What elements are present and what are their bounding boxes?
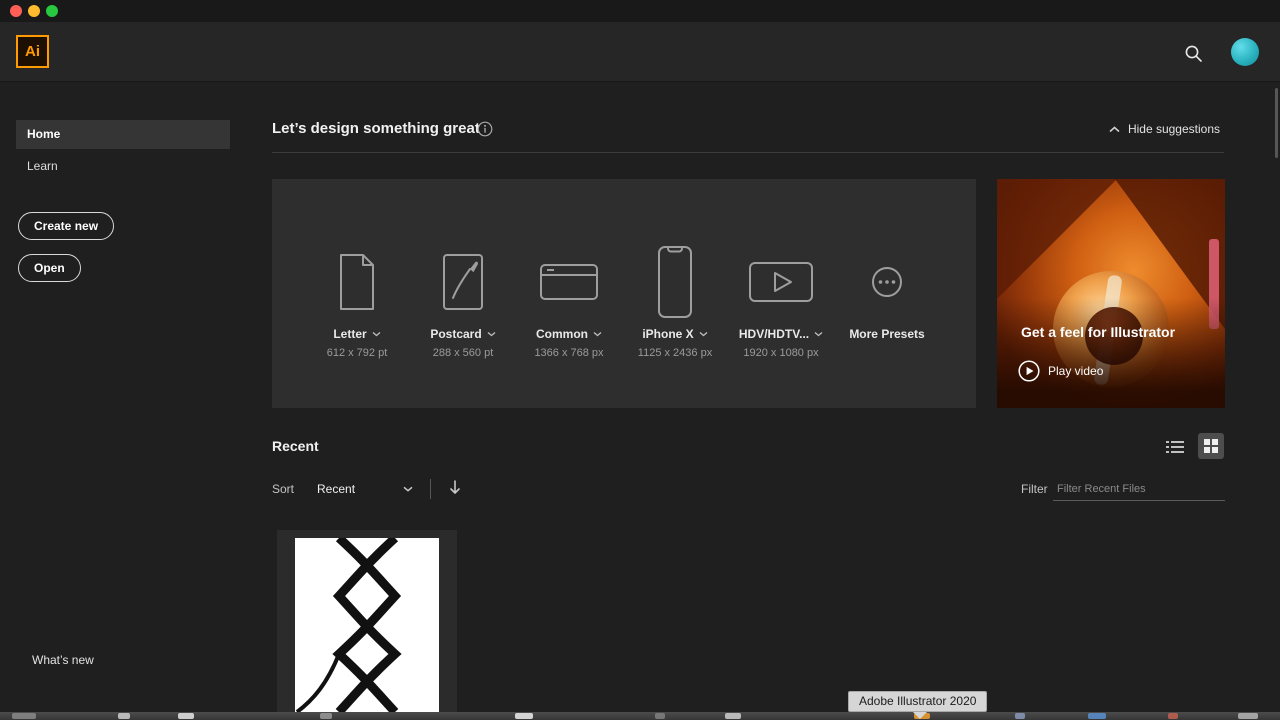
chevron-down-icon bbox=[814, 331, 823, 337]
promo-gradient-overlay bbox=[997, 298, 1225, 408]
hide-suggestions-toggle[interactable]: Hide suggestions bbox=[1109, 122, 1220, 136]
promo-card[interactable]: Get a feel for Illustrator Play video bbox=[997, 179, 1225, 408]
close-window-button[interactable] bbox=[10, 5, 22, 17]
preset-letter-size: 612 x 792 pt bbox=[326, 347, 388, 359]
search-button[interactable] bbox=[1180, 40, 1206, 66]
chevron-down-icon bbox=[699, 331, 708, 337]
dock-icon-top bbox=[1015, 713, 1025, 719]
more-presets-button[interactable]: More Presets bbox=[834, 179, 940, 408]
open-button[interactable]: Open bbox=[18, 254, 81, 282]
macos-titlebar bbox=[0, 0, 1280, 22]
promo-title: Get a feel for Illustrator bbox=[1021, 324, 1176, 340]
list-view-toggle[interactable] bbox=[1163, 437, 1187, 457]
play-icon bbox=[1018, 360, 1040, 382]
more-presets-label: More Presets bbox=[849, 327, 925, 341]
preset-letter-label: Letter bbox=[333, 327, 367, 341]
dock-icon-top bbox=[12, 713, 36, 719]
dock-icon-top bbox=[178, 713, 194, 719]
preset-iphone-x[interactable]: iPhone X 1125 x 2436 px bbox=[622, 179, 728, 408]
dock-icon-top bbox=[725, 713, 741, 719]
play-video-button[interactable]: Play video bbox=[1018, 360, 1103, 382]
preset-iphone-x-label: iPhone X bbox=[642, 327, 694, 341]
preset-common[interactable]: Common 1366 x 768 px bbox=[516, 179, 622, 408]
page-title: Let’s design something great bbox=[272, 120, 480, 137]
preset-postcard-size: 288 x 560 pt bbox=[432, 347, 494, 359]
browser-window-icon bbox=[539, 241, 599, 323]
preset-hdv-hdtv[interactable]: HDV/HDTV... 1920 x 1080 px bbox=[728, 179, 834, 408]
create-new-button[interactable]: Create new bbox=[18, 212, 115, 240]
dock-icon-top bbox=[118, 713, 130, 719]
preset-letter[interactable]: Letter 612 x 792 pt bbox=[304, 179, 410, 408]
chevron-up-icon bbox=[1109, 125, 1120, 133]
search-icon bbox=[1184, 44, 1203, 63]
recent-file-card[interactable] bbox=[277, 530, 457, 720]
sidebar-item-home-label: Home bbox=[27, 127, 61, 141]
grid-view-icon bbox=[1204, 439, 1218, 453]
preset-postcard-label: Postcard bbox=[430, 327, 482, 341]
sort-divider bbox=[430, 479, 431, 499]
open-label: Open bbox=[34, 261, 65, 275]
illustrator-logo: Ai bbox=[16, 35, 49, 68]
hide-suggestions-label: Hide suggestions bbox=[1127, 122, 1220, 136]
sidebar-item-home[interactable]: Home bbox=[16, 120, 230, 149]
chevron-down-icon bbox=[403, 486, 413, 492]
app-header: Ai bbox=[0, 22, 1280, 82]
dock-icon-top bbox=[1088, 713, 1106, 719]
preset-hdv-hdtv-size: 1920 x 1080 px bbox=[743, 347, 819, 359]
zoom-window-button[interactable] bbox=[46, 5, 58, 17]
ellipsis-circle-icon bbox=[871, 241, 903, 323]
chevron-down-icon bbox=[593, 331, 602, 337]
minimize-window-button[interactable] bbox=[28, 5, 40, 17]
recent-section-title: Recent bbox=[272, 438, 319, 454]
video-play-icon bbox=[748, 241, 814, 323]
sort-dropdown[interactable]: Recent bbox=[317, 482, 413, 496]
preset-hdv-hdtv-label: HDV/HDTV... bbox=[738, 327, 810, 341]
preset-iphone-x-size: 1125 x 2436 px bbox=[637, 347, 713, 359]
sort-dropdown-value: Recent bbox=[317, 482, 356, 496]
dock-tooltip: Adobe Illustrator 2020 bbox=[848, 691, 988, 712]
arrow-down-icon bbox=[449, 480, 461, 495]
recent-file-thumbnail bbox=[295, 538, 439, 714]
sidebar-item-learn-label: Learn bbox=[27, 159, 58, 173]
sort-label: Sort bbox=[272, 482, 295, 496]
document-icon bbox=[334, 241, 380, 323]
dock-icon-top bbox=[1168, 713, 1178, 719]
illustrator-logo-text: Ai bbox=[25, 43, 40, 60]
grid-view-toggle[interactable] bbox=[1198, 433, 1224, 459]
info-button[interactable] bbox=[477, 121, 493, 137]
account-avatar[interactable] bbox=[1231, 38, 1259, 66]
info-icon bbox=[477, 121, 493, 137]
preset-common-size: 1366 x 768 px bbox=[534, 347, 604, 359]
dock-icon-top bbox=[1238, 713, 1258, 719]
scrollbar-thumb[interactable] bbox=[1275, 88, 1278, 158]
sort-direction-button[interactable] bbox=[449, 480, 461, 495]
section-divider bbox=[272, 152, 1224, 153]
preset-postcard[interactable]: Postcard 288 x 560 pt bbox=[410, 179, 516, 408]
chevron-down-icon bbox=[372, 331, 381, 337]
macos-dock-sliver bbox=[0, 712, 1280, 720]
filter-label: Filter bbox=[1021, 482, 1048, 496]
dock-icon-top bbox=[655, 713, 665, 719]
preset-common-label: Common bbox=[536, 327, 588, 341]
postcard-brush-icon bbox=[441, 241, 485, 323]
play-video-label: Play video bbox=[1048, 364, 1104, 378]
filter-recent-files-input[interactable] bbox=[1053, 477, 1225, 501]
chevron-down-icon bbox=[487, 331, 496, 337]
presets-panel: Letter 612 x 792 pt Postcard 288 x 560 p… bbox=[272, 179, 976, 408]
dock-icon-top bbox=[515, 713, 533, 719]
create-new-label: Create new bbox=[34, 219, 99, 233]
dock-icon-top bbox=[320, 713, 332, 719]
whats-new-link[interactable]: What’s new bbox=[32, 653, 94, 667]
phone-icon bbox=[657, 241, 693, 323]
list-view-icon bbox=[1166, 440, 1184, 454]
dock-tooltip-arrow bbox=[913, 712, 927, 719]
sidebar-item-learn[interactable]: Learn bbox=[16, 152, 230, 181]
